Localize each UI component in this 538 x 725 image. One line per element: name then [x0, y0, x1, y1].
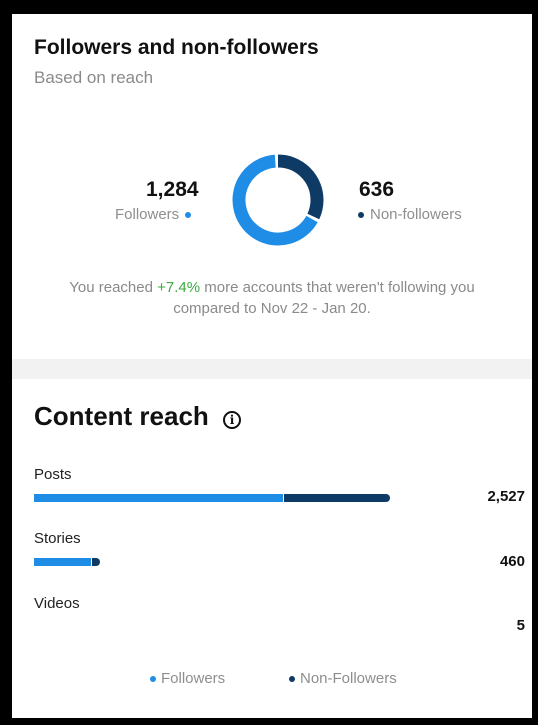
reach-value-posts: 2,527	[487, 488, 525, 505]
app-frame: Followers and non-followers Based on rea…	[12, 14, 532, 718]
reach-label-stories: Stories	[34, 530, 81, 547]
content-reach-title: Content reach	[34, 401, 209, 431]
reach-change-percent: +7.4%	[157, 279, 201, 296]
reach-label-posts: Posts	[34, 466, 72, 483]
reach-bar-non-followers-segment	[283, 494, 390, 502]
non-followers-count: 636	[359, 178, 395, 201]
reach-note-line2: compared to Nov 22 - Jan 20.	[173, 300, 371, 317]
card-subtitle: Based on reach	[34, 68, 154, 87]
reach-note-suffix: more accounts that weren't following you	[200, 279, 475, 296]
info-icon[interactable]: i	[223, 411, 241, 429]
non-followers-legend: Non-followers	[358, 206, 462, 223]
reach-note-prefix: You reached	[69, 279, 158, 296]
followers-count: 1,284	[146, 178, 199, 201]
reach-label-videos: Videos	[34, 595, 80, 612]
followers-dot-icon	[185, 211, 192, 218]
legend-non-followers-label: Non-Followers	[300, 670, 397, 687]
legend-followers: Followers	[150, 670, 225, 687]
reach-value-stories: 460	[499, 553, 525, 570]
non-followers-label: Non-followers	[370, 206, 462, 223]
section-divider	[12, 359, 532, 379]
followers-card: Followers and non-followers Based on rea…	[12, 14, 532, 359]
followers-legend: Followers	[115, 206, 192, 223]
legend-non-followers: Non-Followers	[289, 670, 397, 687]
followers-label: Followers	[115, 206, 180, 223]
reach-note: You reached +7.4% more accounts that wer…	[42, 277, 502, 319]
followers-donut-chart	[232, 154, 324, 246]
non-followers-dot-icon	[358, 211, 364, 218]
reach-bar-followers-segment	[34, 558, 91, 566]
reach-bar-followers-segment	[34, 494, 283, 502]
card-title: Followers and non-followers	[34, 36, 319, 59]
legend-followers-label: Followers	[161, 670, 226, 687]
reach-value-videos: 5	[516, 617, 525, 634]
legend-followers-dot-icon	[150, 675, 156, 682]
legend-non-followers-dot-icon	[289, 675, 295, 682]
reach-bar-non-followers-segment	[91, 558, 100, 566]
